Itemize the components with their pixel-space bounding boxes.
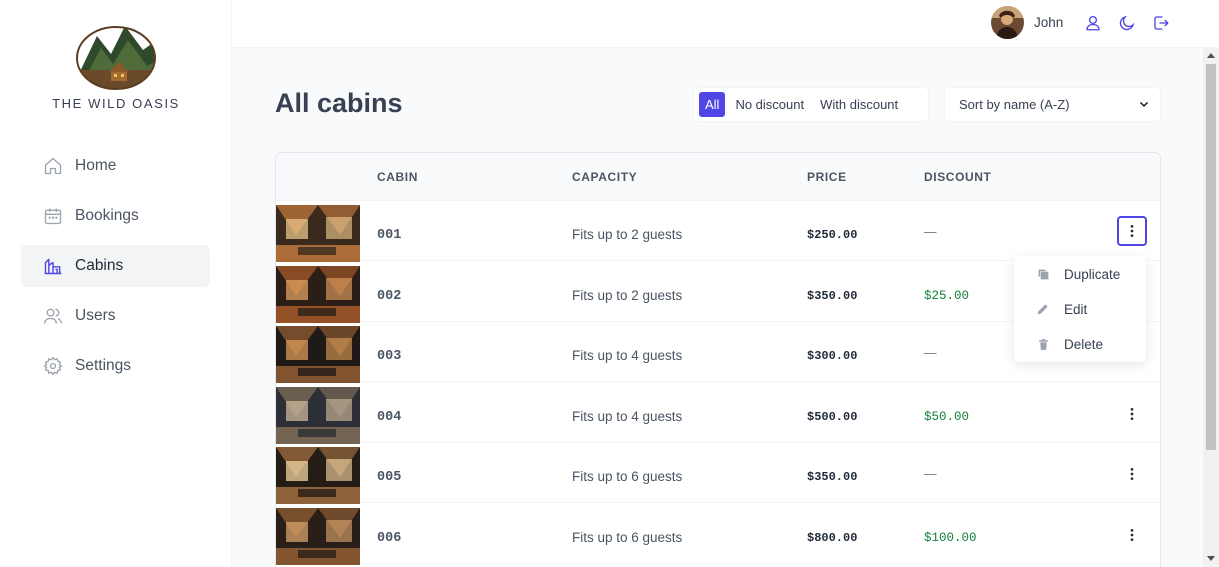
sidebar-item-settings[interactable]: Settings — [21, 345, 210, 387]
cabin-name: 005 — [377, 470, 402, 485]
column-header-capacity: CAPACITY — [572, 170, 638, 184]
filter-no-discount-button[interactable]: No discount — [729, 92, 810, 117]
cabin-name: 004 — [377, 409, 402, 425]
cabin-discount: $100.00 — [924, 530, 977, 545]
avatar[interactable] — [991, 6, 1024, 39]
cabin-discount: $50.00 — [924, 409, 970, 424]
sidebar-item-cabins[interactable]: Cabins — [21, 245, 210, 287]
cabin-capacity: Fits up to 4 guests — [572, 408, 683, 424]
sidebar-item-label: Cabins — [75, 257, 124, 274]
scroll-down-arrow[interactable] — [1207, 556, 1215, 561]
cabin-capacity: Fits up to 2 guests — [572, 227, 683, 242]
scroll-up-arrow[interactable] — [1207, 53, 1215, 58]
logo — [73, 20, 159, 90]
scroll-thumb[interactable] — [1206, 64, 1216, 450]
delete-menu-item[interactable]: Delete — [1014, 327, 1146, 361]
pencil-icon — [1036, 302, 1050, 316]
sidebar-item-bookings[interactable]: Bookings — [21, 195, 210, 237]
sidebar-item-users[interactable]: Users — [21, 295, 210, 337]
cabin-discount: — — [924, 346, 937, 360]
sidebar-nav: Home Bookings Cabins Users Settings — [21, 145, 210, 395]
cabin-image — [276, 386, 360, 444]
cabin-discount: $25.00 — [924, 288, 970, 303]
cabin-discount: — — [924, 467, 937, 481]
cabin-price: $300.00 — [807, 349, 858, 363]
logout-icon[interactable] — [1150, 12, 1172, 34]
table-row: 001 Fits up to 2 guests $250.00 — — [276, 201, 1160, 262]
cabin-image — [276, 447, 360, 504]
sort-selected-value: Sort by name (A-Z) — [959, 97, 1070, 112]
cabins-icon — [43, 256, 63, 276]
sidebar-item-label: Bookings — [75, 207, 139, 224]
brand-name: THE WILD OASIS — [52, 96, 180, 111]
cabin-image — [276, 205, 360, 262]
page-title: All cabins — [275, 88, 403, 118]
header: John — [232, 0, 1219, 48]
discount-filter: All No discount With discount — [693, 87, 929, 122]
cabin-image — [276, 326, 360, 383]
table-row: 005 Fits up to 6 guests $350.00 — — [276, 443, 1160, 504]
kebab-icon — [1130, 528, 1134, 541]
cabin-capacity: Fits up to 6 guests — [572, 469, 683, 484]
home-icon — [43, 156, 63, 176]
cabin-capacity: Fits up to 4 guests — [572, 348, 683, 363]
column-header-discount: DISCOUNT — [924, 170, 992, 184]
users-icon — [43, 306, 63, 326]
gear-icon — [43, 356, 63, 376]
cabin-price: $350.00 — [807, 288, 858, 303]
chevron-down-icon — [1138, 98, 1150, 113]
sidebar-item-label: Settings — [75, 357, 132, 374]
menu-item-label: Delete — [1064, 336, 1104, 352]
page-scrollbar[interactable] — [1203, 48, 1219, 567]
kebab-icon — [1130, 225, 1134, 237]
row-actions-button[interactable] — [1118, 400, 1146, 428]
cabin-capacity: Fits up to 6 guests — [572, 529, 683, 545]
sidebar-item-home[interactable]: Home — [21, 145, 210, 187]
cabin-name: 001 — [377, 228, 402, 243]
cabin-image — [276, 265, 360, 323]
calendar-icon — [43, 206, 63, 226]
trash-icon — [1036, 337, 1050, 351]
user-name: John — [1034, 15, 1064, 30]
cabin-capacity: Fits up to 2 guests — [572, 287, 683, 303]
cabin-price: $350.00 — [807, 470, 858, 484]
sidebar-item-label: Users — [75, 307, 116, 324]
moon-icon[interactable] — [1116, 12, 1138, 34]
filter-all-button[interactable]: All — [699, 92, 726, 117]
cabin-price: $800.00 — [807, 530, 858, 545]
cabin-price: $500.00 — [807, 409, 858, 424]
cabin-price: $250.00 — [807, 228, 858, 242]
cabin-discount: — — [924, 225, 937, 239]
table-row: 006 Fits up to 6 guests $800.00 $100.00 — [276, 504, 1160, 565]
menu-item-label: Edit — [1064, 301, 1088, 317]
cabin-name: 002 — [377, 288, 402, 304]
duplicate-menu-item[interactable]: Duplicate — [1014, 257, 1146, 291]
row-context-menu: Duplicate Edit Delete — [1014, 256, 1146, 362]
table-row: 004 Fits up to 4 guests $500.00 $50.00 — [276, 383, 1160, 444]
row-actions-button[interactable] — [1118, 460, 1146, 488]
column-header-price: PRICE — [807, 170, 847, 184]
sidebar: THE WILD OASIS Home Bookings Cabins User… — [0, 0, 232, 567]
kebab-icon — [1130, 407, 1134, 420]
cabin-name: 006 — [377, 530, 402, 546]
menu-item-label: Duplicate — [1064, 266, 1121, 282]
kebab-icon — [1130, 468, 1134, 480]
user-icon[interactable] — [1082, 12, 1104, 34]
cabin-name: 003 — [377, 349, 402, 364]
table-header: CABIN CAPACITY PRICE DISCOUNT — [276, 153, 1160, 201]
cabin-image — [276, 507, 360, 565]
edit-menu-item[interactable]: Edit — [1014, 292, 1146, 326]
column-header-cabin: CABIN — [377, 170, 418, 184]
filter-with-discount-button[interactable]: With discount — [814, 92, 904, 117]
row-actions-button[interactable] — [1117, 216, 1147, 246]
duplicate-icon — [1036, 267, 1050, 281]
sidebar-item-label: Home — [75, 157, 117, 174]
sort-select[interactable]: Sort by name (A-Z) — [944, 87, 1161, 122]
row-actions-button[interactable] — [1118, 521, 1146, 549]
